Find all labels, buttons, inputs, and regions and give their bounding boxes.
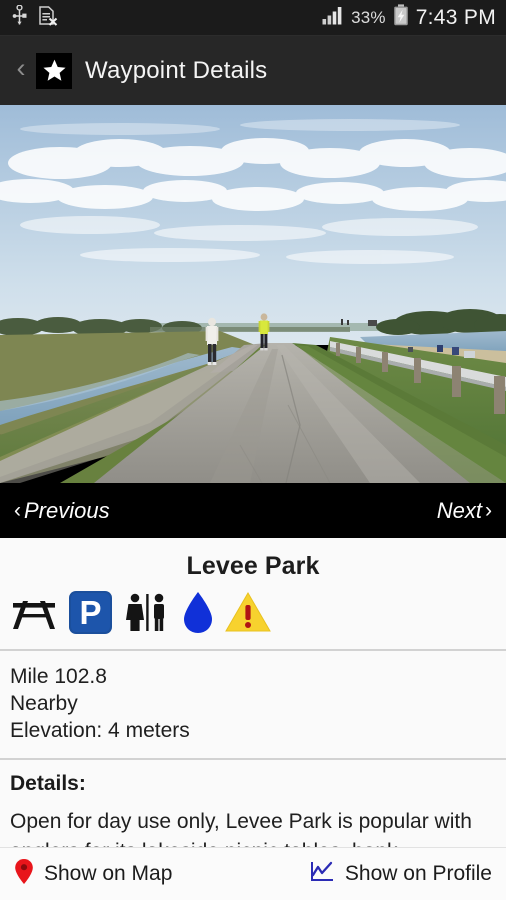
waypoint-name: Levee Park <box>186 552 320 580</box>
svg-text:P: P <box>79 594 101 631</box>
waypoint-photo[interactable] <box>0 105 506 483</box>
elevation-profile-icon <box>309 860 335 889</box>
app-title-bar: ‹ Waypoint Details <box>0 36 506 105</box>
next-photo-button[interactable]: Next › <box>437 498 492 524</box>
proximity-label: Nearby <box>10 692 78 715</box>
next-label: Next <box>436 497 482 523</box>
mile-marker: Mile 102.8 <box>10 665 107 688</box>
waypoint-info-block: Mile 102.8 Nearby Elevation: 4 meters <box>0 651 506 758</box>
show-on-profile-label: Show on Profile <box>344 862 492 885</box>
restroom-icon[interactable] <box>123 591 171 633</box>
amenity-icon-row: P <box>0 581 506 639</box>
map-pin-icon <box>14 858 34 890</box>
waypoint-header: Levee Park P <box>0 538 506 649</box>
chevron-left-icon: ‹ <box>14 498 21 522</box>
show-on-map-label: Show on Map <box>44 862 173 885</box>
signal-bars-icon <box>322 6 344 30</box>
previous-label: Previous <box>24 497 110 523</box>
battery-charging-icon <box>393 4 409 31</box>
waypoint-details-screen: 33% 7:43 PM ‹ Waypoint Details ‹ Previou… <box>0 0 506 900</box>
status-bar: 33% 7:43 PM <box>0 0 506 36</box>
chevron-right-icon: › <box>485 498 492 522</box>
back-button[interactable]: ‹ <box>8 55 34 86</box>
photo-nav-bar: ‹ Previous Next › <box>0 483 506 538</box>
star-icon[interactable] <box>36 52 72 89</box>
waypoint-content: Levee Park P Mile 102.8 Nearby Elevation… <box>0 538 506 867</box>
warning-icon[interactable] <box>225 591 271 633</box>
previous-photo-button[interactable]: ‹ Previous <box>14 498 110 524</box>
page-title: Waypoint Details <box>85 56 268 84</box>
battery-percent-label: 33% <box>351 7 386 27</box>
show-on-map-button[interactable]: Show on Map <box>0 858 172 890</box>
details-heading: Details: <box>10 772 86 795</box>
bottom-action-bar: Show on Map Show on Profile <box>0 847 506 900</box>
water-icon[interactable] <box>181 590 215 634</box>
status-bar-right-icons: 33% 7:43 PM <box>322 4 496 31</box>
parking-icon[interactable]: P <box>68 590 113 635</box>
picnic-table-icon[interactable] <box>10 592 58 632</box>
usb-icon <box>12 3 27 31</box>
clock-label: 7:43 PM <box>415 5 496 29</box>
elevation-label: Elevation: 4 meters <box>10 719 190 742</box>
no-sim-card-icon <box>39 5 58 31</box>
show-on-profile-button[interactable]: Show on Profile <box>309 860 506 889</box>
levee-trail-photo <box>0 105 506 483</box>
status-bar-left-icons <box>12 3 58 31</box>
